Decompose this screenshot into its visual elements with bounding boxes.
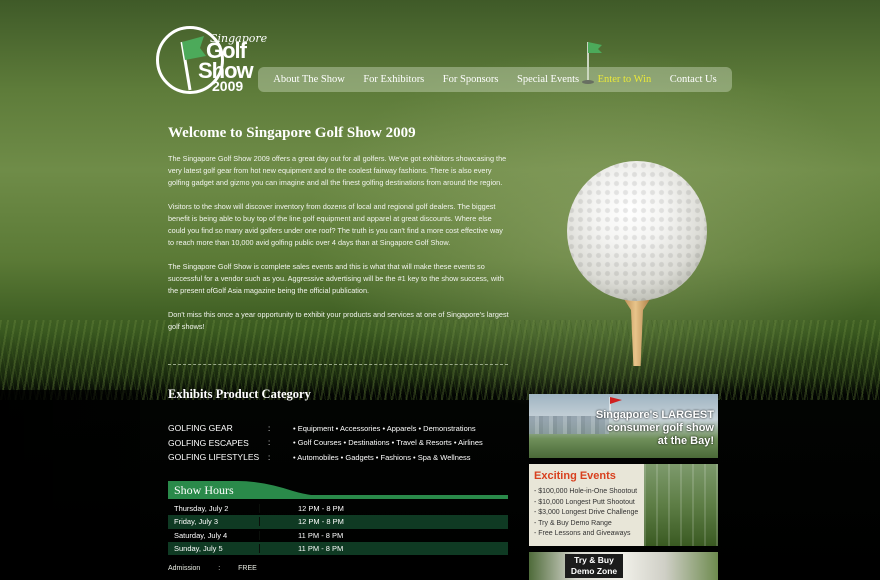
category-items: • Golf Courses • Destinations • Travel &… xyxy=(293,438,483,448)
category-items: • Automobiles • Gadgets • Fashions • Spa… xyxy=(293,452,471,462)
category-items: • Equipment • Accessories • Apparels • D… xyxy=(293,423,476,433)
page-title: Welcome to Singapore Golf Show 2009 xyxy=(168,125,416,141)
hours-time: 12 PM - 8 PM xyxy=(298,504,344,514)
hours-day: Sunday, July 5 xyxy=(168,544,260,554)
nav-special-events[interactable]: Special Events xyxy=(517,74,579,85)
exhibits-title: Exhibits Product Category xyxy=(168,387,311,401)
category-colon: : xyxy=(268,452,271,462)
exhibits-category-list: GOLFING GEAR : • Equipment • Accessories… xyxy=(168,421,508,465)
intro-paragraph: Visitors to the show will discover inven… xyxy=(168,202,503,247)
banner-demo-zone[interactable]: Try & Buy Demo Zone xyxy=(529,552,718,580)
table-row: Sunday, July 5 11 PM - 8 PM xyxy=(168,541,508,556)
banner-largest-text: Singapore's LARGEST consumer golf show a… xyxy=(594,409,714,448)
hours-time: 12 PM - 8 PM xyxy=(298,517,344,527)
list-item: - $10,000 Longest Putt Shootout xyxy=(534,498,635,506)
nav-contact-us[interactable]: Contact Us xyxy=(670,74,717,85)
banner-largest-show[interactable]: Singapore's LARGEST consumer golf show a… xyxy=(529,394,718,458)
list-item: - $3,000 Longest Drive Challenge xyxy=(534,509,639,516)
category-name: GOLFING ESCAPES xyxy=(168,437,249,448)
admission-label: Admission xyxy=(168,565,201,572)
golf-ball-image xyxy=(560,158,720,368)
category-colon: : xyxy=(268,423,271,433)
banner-exciting-events[interactable]: Exciting Events - $100,000 Hole-in-One S… xyxy=(529,464,718,546)
table-row: Friday, July 3 12 PM - 8 PM xyxy=(168,515,508,529)
nav-for-exhibitors[interactable]: For Exhibitors xyxy=(363,74,424,85)
site-logo[interactable]: Singapore Golf Show 2009 xyxy=(156,26,267,96)
nav-for-sponsors[interactable]: For Sponsors xyxy=(443,74,499,85)
hours-day: Friday, July 3 xyxy=(168,517,260,527)
admission-value: FREE xyxy=(238,565,257,572)
demo-zone-text: Try & Buy Demo Zone xyxy=(565,554,623,578)
nav-enter-to-win[interactable]: Enter to Win xyxy=(598,74,652,85)
events-title: Exciting Events xyxy=(534,470,616,482)
banner-line: consumer golf show xyxy=(607,422,714,434)
banner-line: at the Bay! xyxy=(657,435,714,447)
golf-ball-dimples xyxy=(567,161,707,301)
table-row: Saturday, July 4 11 PM - 8 PM xyxy=(168,529,508,542)
left-shade xyxy=(0,390,140,580)
nav-about-the-show[interactable]: About The Show xyxy=(273,74,345,85)
main-nav: About The Show For Exhibitors For Sponso… xyxy=(258,67,732,92)
table-row: Thursday, July 2 12 PM - 8 PM xyxy=(168,502,508,515)
driving-range-photo xyxy=(644,464,718,546)
events-list: - $100,000 Hole-in-One Shootout - $10,00… xyxy=(534,487,638,540)
list-item: GOLFING LIFESTYLES : • Automobiles • Gad… xyxy=(168,450,508,465)
intro-text: The Singapore Golf Show 2009 offers a gr… xyxy=(168,153,510,345)
hours-day: Saturday, July 4 xyxy=(168,530,260,540)
list-item: GOLFING ESCAPES : • Golf Courses • Desti… xyxy=(168,436,508,451)
category-name: GOLFING GEAR xyxy=(168,423,233,434)
intro-paragraph: The Singapore Golf Show 2009 offers a gr… xyxy=(168,154,507,187)
hours-time: 11 PM - 8 PM xyxy=(298,544,344,554)
show-hours-table: Thursday, July 2 12 PM - 8 PM Friday, Ju… xyxy=(168,502,508,556)
section-divider xyxy=(168,364,508,365)
golf-tee xyxy=(622,296,652,366)
intro-paragraph: Don't miss this once a year opportunity … xyxy=(168,310,509,331)
show-hours-header: Show Hours xyxy=(168,481,508,499)
banner-line: Singapore's LARGEST xyxy=(595,409,714,421)
hours-time: 11 PM - 8 PM xyxy=(298,530,344,540)
list-item: - $100,000 Hole-in-One Shootout xyxy=(534,488,638,495)
list-item: - Try & Buy Demo Range xyxy=(534,519,612,527)
category-colon: : xyxy=(268,438,271,448)
show-hours-title: Show Hours xyxy=(174,483,234,497)
hours-day: Thursday, July 2 xyxy=(168,504,260,514)
banner-line: Try & Buy xyxy=(574,555,614,565)
list-item: - Free Lessons and Giveaways xyxy=(534,530,631,537)
logo-year-text: 2009 xyxy=(212,78,244,94)
admission-colon: : xyxy=(218,565,221,572)
intro-paragraph: The Singapore Golf Show is complete sale… xyxy=(168,262,504,295)
category-name: GOLFING LIFESTYLES xyxy=(168,452,260,463)
list-item: GOLFING GEAR : • Equipment • Accessories… xyxy=(168,421,508,436)
banner-line: Demo Zone xyxy=(570,566,618,576)
admission-info: Admission : FREE xyxy=(168,565,273,572)
